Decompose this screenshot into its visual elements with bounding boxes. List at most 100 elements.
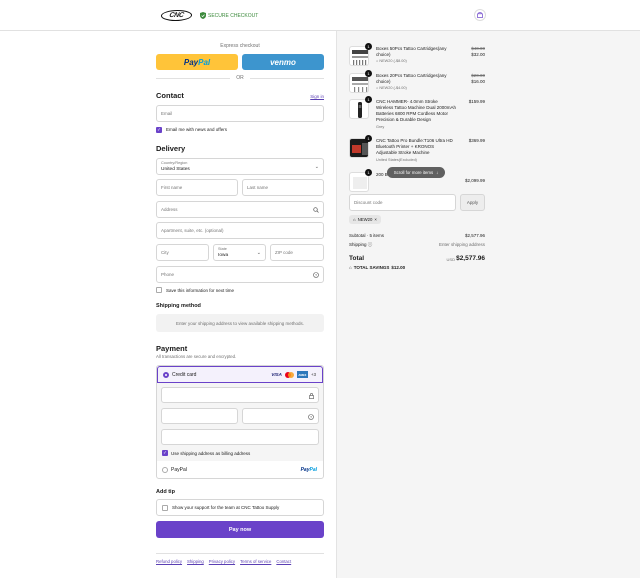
security-code-field[interactable]: ? bbox=[242, 408, 319, 424]
tag-icon: ⌂ bbox=[353, 217, 356, 222]
bag-icon bbox=[477, 12, 483, 18]
quantity-badge: 1 bbox=[365, 96, 372, 103]
scroll-more-button[interactable]: Scroll for more items ↓ bbox=[387, 167, 445, 178]
payment-subtitle: All transactions are secure and encrypte… bbox=[156, 354, 237, 359]
paypal-logo-icon: PayPal bbox=[301, 467, 317, 473]
subtotal-label: Subtotal · 5 items bbox=[349, 233, 385, 238]
add-tip-title: Add tip bbox=[156, 489, 175, 495]
address-field[interactable]: Address bbox=[156, 201, 324, 218]
tip-label: Show your support for the team at CNC Ta… bbox=[172, 505, 280, 510]
quantity-badge: 1 bbox=[365, 70, 372, 77]
state-select[interactable]: State Iowa ⌄ bbox=[213, 244, 266, 261]
tip-option[interactable]: Show your support for the team at CNC Ta… bbox=[156, 499, 324, 516]
item-new-price: $32.00 bbox=[471, 52, 485, 57]
shipping-link[interactable]: Shipping bbox=[187, 559, 204, 564]
refund-policy-link[interactable]: Refund policy bbox=[156, 559, 182, 564]
apartment-field[interactable]: Apartment, suite, etc. (optional) bbox=[156, 222, 324, 239]
pay-now-button[interactable]: Pay now bbox=[156, 521, 324, 538]
lock-icon bbox=[309, 393, 314, 399]
last-name-placeholder: Last name bbox=[247, 185, 269, 190]
country-value: United States bbox=[161, 167, 190, 172]
save-info-label: Save this information for next time bbox=[166, 288, 235, 293]
secure-checkout-badge: SECURE CHECKOUT bbox=[200, 12, 258, 19]
tip-checkbox[interactable] bbox=[162, 505, 168, 511]
cart-button[interactable] bbox=[474, 9, 486, 21]
email-news-label: Email me with news and offers bbox=[166, 127, 227, 132]
item-name: Boxes 20Pcs Tattoo Cartridges(any choice… bbox=[376, 73, 447, 84]
express-checkout-title: Express checkout bbox=[220, 43, 260, 49]
item-discount-text: NEW20 (-$4.00) bbox=[379, 86, 407, 90]
item-variant: United States(Excluded) bbox=[376, 158, 417, 162]
shipping-row: Shipping ⓘ Enter shipping address bbox=[349, 242, 485, 248]
paypal-text-2: Pal bbox=[198, 57, 211, 67]
name-on-card-field[interactable] bbox=[161, 429, 319, 445]
first-name-placeholder: First name bbox=[161, 185, 183, 190]
zip-placeholder: ZIP code bbox=[275, 250, 293, 255]
venmo-express-button[interactable]: venmo bbox=[242, 54, 324, 70]
footer-links: Refund policy Shipping Privacy policy Te… bbox=[156, 559, 291, 564]
apartment-placeholder: Apartment, suite, etc. (optional) bbox=[161, 228, 224, 233]
visa-icon: VISA bbox=[271, 372, 282, 377]
chevron-down-icon: ⌄ bbox=[256, 250, 261, 256]
country-label: Country/Region bbox=[161, 161, 188, 165]
card-details-area: ? ✓ Use shipping address as billing addr… bbox=[157, 383, 323, 461]
shipping-value: Enter shipping address bbox=[438, 242, 485, 247]
email-placeholder: Email bbox=[161, 111, 173, 116]
email-news-checkbox[interactable]: ✓ bbox=[156, 127, 162, 133]
country-select[interactable]: Country/Region United States ⌄ bbox=[156, 158, 324, 175]
contact-title: Contact bbox=[156, 91, 184, 100]
card-number-field[interactable] bbox=[161, 387, 319, 403]
total-row: Total USD $2,577.96 bbox=[349, 255, 485, 262]
city-placeholder: City bbox=[161, 250, 169, 255]
item-price: $369.99 bbox=[468, 138, 485, 143]
item-discount: ⌂ NEW20 (-$4.00) bbox=[376, 86, 407, 90]
shipping-method-title: Shipping method bbox=[156, 303, 201, 309]
apply-button[interactable]: Apply bbox=[460, 194, 485, 211]
city-field[interactable]: City bbox=[156, 244, 209, 261]
state-label: State bbox=[218, 247, 227, 251]
shipping-label: Shipping bbox=[349, 242, 367, 247]
zip-field[interactable]: ZIP code bbox=[270, 244, 324, 261]
search-icon bbox=[313, 207, 319, 213]
discount-code-field[interactable]: Discount code bbox=[349, 194, 456, 211]
subtotal-value: $2,577.96 bbox=[464, 233, 485, 238]
item-name: Boxes 50Pcs Tattoo Cartridges(any choice… bbox=[376, 46, 447, 57]
phone-placeholder: Phone bbox=[161, 272, 175, 277]
contact-link[interactable]: Contact bbox=[276, 559, 291, 564]
subtotal-row: Subtotal · 5 items $2,577.96 bbox=[349, 233, 485, 238]
expiration-date-field[interactable] bbox=[161, 408, 238, 424]
phone-field[interactable]: Phone ? bbox=[156, 266, 324, 283]
or-divider: OR bbox=[156, 75, 324, 81]
total-label: Total bbox=[349, 255, 365, 262]
item-price: $20.00 $16.00 bbox=[471, 73, 485, 85]
paypal-radio[interactable] bbox=[162, 467, 168, 473]
help-icon[interactable]: ? bbox=[308, 414, 314, 420]
terms-of-service-link[interactable]: Terms of service bbox=[240, 559, 271, 564]
item-discount-text: NEW20 (-$8.00) bbox=[379, 59, 407, 63]
first-name-field[interactable]: First name bbox=[156, 179, 238, 196]
cnc-logo[interactable]: CNC bbox=[159, 10, 194, 21]
applied-code: NEW20 bbox=[357, 217, 373, 222]
secure-checkout-label: SECURE CHECKOUT bbox=[208, 12, 259, 19]
tag-icon: ⌂ bbox=[349, 265, 352, 270]
shield-icon bbox=[200, 12, 206, 19]
save-info-checkbox[interactable] bbox=[156, 287, 162, 293]
billing-same-checkbox[interactable]: ✓ bbox=[162, 450, 168, 456]
savings-label: TOTAL SAVINGS bbox=[353, 265, 390, 270]
privacy-policy-link[interactable]: Privacy policy bbox=[209, 559, 235, 564]
email-field[interactable]: Email bbox=[156, 105, 324, 122]
remove-code-icon[interactable]: × bbox=[374, 217, 377, 222]
paypal-option[interactable]: PayPal PayPal bbox=[157, 462, 323, 479]
sign-in-link[interactable]: Sign in bbox=[310, 94, 324, 99]
help-icon[interactable]: ? bbox=[313, 272, 319, 278]
quantity-badge: 1 bbox=[365, 135, 372, 142]
paypal-express-button[interactable]: Pay Pal bbox=[156, 54, 238, 70]
mastercard-icon bbox=[284, 371, 294, 378]
savings-value: $12.00 bbox=[391, 265, 406, 270]
item-price: $159.99 bbox=[468, 99, 485, 104]
last-name-field[interactable]: Last name bbox=[242, 179, 324, 196]
credit-card-radio[interactable] bbox=[163, 372, 169, 378]
paypal-option-label: PayPal bbox=[171, 467, 187, 473]
help-icon[interactable]: ⓘ bbox=[368, 242, 373, 247]
credit-card-option[interactable]: Credit card VISA AMEX +3 bbox=[157, 366, 323, 383]
